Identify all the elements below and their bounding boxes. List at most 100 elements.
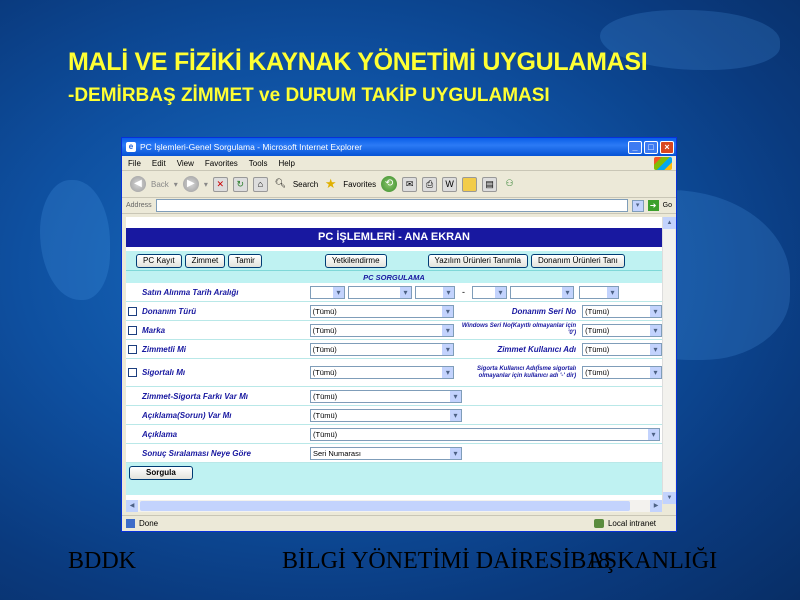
forward-dropdown-icon[interactable]: ▾ [204, 180, 208, 189]
favorites-icon[interactable]: ★ [323, 177, 338, 192]
marka-checkbox[interactable] [128, 325, 138, 335]
end-month-select[interactable] [510, 285, 574, 299]
menu-view[interactable]: View [177, 159, 194, 168]
go-icon[interactable]: ➜ [647, 200, 659, 211]
stop-icon[interactable]: ✕ [212, 176, 228, 192]
mail-icon[interactable]: ✉ [402, 176, 418, 192]
refresh-icon[interactable]: ↻ [232, 176, 248, 192]
zimmet-sigorta-select[interactable]: (Tümü) [310, 389, 462, 403]
form-row-zimmetli: Zimmetli Mi (Tümü) Zimmet Kullanıcı Adı … [126, 340, 662, 359]
yazilim-urunleri-button[interactable]: Yazılım Ürünleri Tanımla [427, 253, 528, 268]
horizontal-scroll-thumb[interactable] [140, 501, 630, 511]
window-title: PC İşlemleri-Genel Sorgulama - Microsoft… [140, 142, 363, 152]
siralama-select[interactable]: Seri Numarası [310, 446, 462, 460]
donanim-turu-select[interactable]: (Tümü) [309, 304, 455, 318]
zimmet-button[interactable]: Zimmet [184, 253, 226, 268]
siralama-label: Sonuç Sıralaması Neye Göre [142, 448, 251, 458]
address-label: Address [126, 202, 152, 209]
maximize-icon[interactable]: □ [644, 140, 658, 154]
aciklama-sorun-select[interactable]: (Tümü) [310, 408, 462, 422]
zimmetli-checkbox[interactable] [128, 344, 138, 354]
sigortali-select[interactable]: (Tümü) [309, 366, 455, 379]
footer-org: BDDK [68, 548, 137, 574]
messenger-icon[interactable]: ⚇ [502, 177, 517, 192]
sigortali-checkbox[interactable] [128, 368, 138, 377]
marka-select[interactable]: (Tümü) [309, 323, 455, 337]
aciklama-input[interactable]: (Tümü) [310, 427, 660, 441]
footer-department-name: BİLGİ YÖNETİMİ DAİRESİ [282, 548, 571, 574]
print-icon[interactable]: ⎙ [422, 176, 438, 192]
menu-file[interactable]: File [128, 159, 141, 168]
scroll-left-icon[interactable]: ◀ [126, 500, 138, 512]
horizontal-scrollbar[interactable]: ◀ ▶ [126, 500, 662, 512]
menu-tools[interactable]: Tools [249, 159, 268, 168]
forward-icon[interactable]: ▶ [182, 176, 199, 192]
screen-header: PC İŞLEMLERİ - ANA EKRAN [126, 228, 662, 247]
date-range-dash: - [462, 287, 465, 297]
yetkilendirme-button[interactable]: Yetkilendirme [324, 253, 387, 268]
start-month-select[interactable] [348, 285, 412, 299]
back-icon[interactable]: ◀ [130, 176, 146, 192]
aciklama-label: Açıklama [142, 429, 178, 439]
windows-seri-input[interactable]: (Tümü) [582, 323, 662, 337]
close-icon[interactable]: × [660, 140, 674, 154]
form-row-sigortali: Sigortalı Mı (Tümü) Sigorta Kullanıcı Ad… [126, 359, 662, 387]
sorgula-row: Sorgula [126, 463, 662, 483]
end-day-select[interactable] [472, 285, 507, 299]
start-year-select[interactable] [415, 285, 455, 299]
back-button-label[interactable]: Back [151, 180, 169, 189]
browser-window: e PC İşlemleri-Genel Sorgulama - Microso… [121, 137, 677, 532]
page-content: PC İŞLEMLERİ - ANA EKRAN PC Kayıt Zimmet… [126, 217, 662, 512]
address-dropdown-icon[interactable]: ▾ [631, 199, 644, 212]
satin-alma-label: Satın Alınma Tarih Aralığı [142, 287, 239, 297]
donanim-seri-input[interactable]: (Tümü) [582, 304, 662, 318]
search-button-label[interactable]: Search [293, 180, 318, 189]
zimmetli-label: Zimmetli Mi [141, 344, 186, 354]
scroll-down-icon[interactable]: ▼ [663, 492, 676, 504]
menu-help[interactable]: Help [278, 159, 294, 168]
edit-icon[interactable]: W [442, 176, 458, 192]
form-row-satin-alma: Satın Alınma Tarih Aralığı - [126, 283, 662, 302]
research-icon[interactable]: ▤ [482, 176, 498, 192]
zimmet-kullanici-label: Zimmet Kullanıcı Adı [497, 344, 577, 354]
favorites-button-label[interactable]: Favorites [343, 180, 376, 189]
intranet-zone-icon [593, 519, 604, 528]
pc-kayit-button[interactable]: PC Kayıt [136, 253, 182, 268]
donanim-checkbox[interactable] [128, 306, 138, 316]
sigorta-kullanici-label: Sigorta Kullanıcı Adı(İsme sigortalı olm… [477, 365, 577, 379]
zimmet-kullanici-input[interactable]: (Tümü) [582, 342, 662, 356]
home-icon[interactable]: ⌂ [252, 176, 268, 192]
donanim-seri-label: Donanım Seri No [511, 306, 577, 316]
start-day-select[interactable] [310, 285, 345, 299]
background-map-shape [40, 180, 110, 300]
footer-department: BİLGİ YÖNETİMİ DAİRESİBAŞKANLIĞI [282, 548, 717, 575]
sigorta-kullanici-input[interactable]: (Tümü) [582, 366, 662, 379]
search-icon[interactable]: 🔍︎ [273, 177, 288, 192]
back-dropdown-icon[interactable]: ▾ [174, 180, 178, 189]
windows-logo-icon [654, 157, 672, 170]
windows-seri-label: Windows Seri No(Kayıtlı olmayanlar için … [461, 323, 577, 336]
donanim-urunleri-button[interactable]: Donanım Ürünleri Tanı [530, 253, 625, 268]
history-icon[interactable]: ⟲ [381, 176, 398, 192]
zone-text: Local intranet [607, 519, 656, 528]
go-button-label[interactable]: Go [663, 202, 672, 209]
pc-sorgulama-header: PC SORGULAMA [126, 270, 662, 283]
address-input[interactable] [155, 199, 628, 212]
folder-icon[interactable] [462, 176, 478, 192]
vertical-scrollbar[interactable]: ▲ ▼ [662, 217, 676, 504]
sorgula-button[interactable]: Sorgula [129, 466, 193, 480]
tamir-button[interactable]: Tamir [228, 253, 262, 268]
zimmetli-select[interactable]: (Tümü) [309, 342, 455, 356]
menu-favorites[interactable]: Favorites [205, 159, 238, 168]
donanim-turu-label: Donanım Türü [141, 306, 197, 316]
minimize-icon[interactable]: _ [628, 140, 642, 154]
scroll-up-icon[interactable]: ▲ [663, 217, 676, 229]
zimmet-sigorta-label: Zimmet-Sigorta Farkı Var Mı [142, 391, 248, 401]
menu-edit[interactable]: Edit [152, 159, 166, 168]
ie-icon: e [126, 142, 136, 152]
scroll-right-icon[interactable]: ▶ [650, 500, 662, 512]
form-row-marka: Marka (Tümü) Windows Seri No(Kayıtlı olm… [126, 321, 662, 340]
slide-subtitle: -DEMİRBAŞ ZİMMET ve DURUM TAKİP UYGULAMA… [68, 85, 550, 106]
title-bar: e PC İşlemleri-Genel Sorgulama - Microso… [122, 138, 676, 156]
end-year-select[interactable] [579, 285, 619, 299]
